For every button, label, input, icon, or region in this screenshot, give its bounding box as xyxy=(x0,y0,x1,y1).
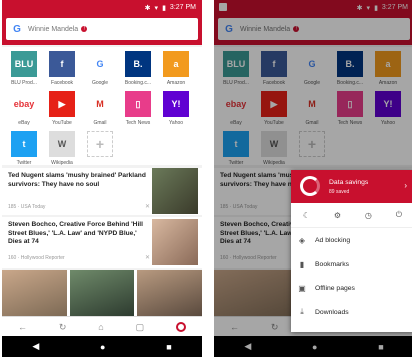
download-icon: ⤓ xyxy=(300,307,304,316)
blu-icon: BLU xyxy=(11,51,37,77)
menu-item-label: Offline pages xyxy=(315,284,355,292)
menu-item-bookmarks[interactable]: ▮ Bookmarks xyxy=(291,252,412,276)
speed-dial-label: Tech News xyxy=(125,120,151,126)
bookmark-icon: ▮ xyxy=(299,259,305,269)
opera-menu-icon[interactable] xyxy=(176,322,186,332)
technews-icon: ▯ xyxy=(125,91,151,117)
speed-dial-tile[interactable]: f Facebook xyxy=(47,51,77,86)
phone-screen-right: ✱ ▾ ▮ 3:27 PM G Winnie Mandela ! BLU BLU … xyxy=(214,0,412,357)
add-icon: + xyxy=(87,131,113,157)
ebay-icon: ebay xyxy=(11,91,37,117)
menu-item-label: Bookmarks xyxy=(315,260,349,268)
twitter-icon: t xyxy=(11,131,37,157)
speed-dial-label: Amazon xyxy=(166,80,186,86)
reload-icon[interactable]: ↻ xyxy=(59,322,67,333)
nav-back-icon[interactable]: ◀ xyxy=(32,341,39,352)
menu-item-offline-pages[interactable]: ▣ Offline pages xyxy=(291,276,412,300)
search-input[interactable]: G Winnie Mandela ! xyxy=(6,18,198,40)
speed-dial-tile[interactable]: G Google xyxy=(85,51,115,86)
news-thumbnail xyxy=(152,219,198,265)
close-icon[interactable]: ✕ xyxy=(145,254,150,261)
savings-title: Data savings xyxy=(329,179,369,186)
speed-dial-label: Gmail xyxy=(93,120,107,126)
news-item[interactable]: Steven Bochco, Creative Force Behind 'Hi… xyxy=(2,217,202,268)
menu-item-ad-blocking[interactable]: ◈ Ad blocking xyxy=(291,228,412,252)
wifi-icon: ▾ xyxy=(154,4,159,12)
url-text: Winnie Mandela xyxy=(28,25,79,33)
opera-main-menu: Data savings 89 saved › ☾ ⚙ ◷ ⏻ ◈ Ad blo… xyxy=(291,170,412,332)
speed-dial-grid: BLU BLU Prod... f Facebook G Google B. Booking.… xyxy=(2,47,202,166)
savings-gauge xyxy=(300,176,320,196)
speed-dial-tile[interactable]: BLU BLU Prod... xyxy=(9,51,39,86)
close-icon[interactable]: ✕ xyxy=(145,203,150,210)
status-bar: ✱ ▾ ▮ 3:27 PM xyxy=(2,0,202,15)
google-icon: G xyxy=(87,51,113,77)
facebook-icon: f xyxy=(49,51,75,77)
settings-icon[interactable]: ⚙ xyxy=(334,211,341,220)
android-nav-bar: ◀ ● ■ xyxy=(2,336,202,357)
speed-dial-tile[interactable]: Y! Yahoo xyxy=(161,91,191,126)
data-savings-banner[interactable]: Data savings 89 saved › xyxy=(291,170,412,203)
offline-icon: ▣ xyxy=(298,283,306,293)
speed-dial-tile[interactable]: + xyxy=(85,131,115,160)
yahoo-icon: Y! xyxy=(163,91,189,117)
wikipedia-icon: W xyxy=(49,131,75,157)
speed-dial-label: Yahoo xyxy=(168,120,184,126)
savings-subtitle: 89 saved xyxy=(329,189,350,195)
photo[interactable] xyxy=(2,270,67,316)
youtube-icon: ▶ xyxy=(49,91,75,117)
speed-dial-label: BLU Prod... xyxy=(11,80,37,86)
speed-dial-tile[interactable]: ebay eBay xyxy=(9,91,39,126)
power-icon[interactable]: ⏻ xyxy=(396,210,402,220)
gmail-icon: M xyxy=(87,91,113,117)
amazon-icon: a xyxy=(163,51,189,77)
back-icon[interactable]: ← xyxy=(18,322,27,332)
home-icon[interactable]: ⌂ xyxy=(98,322,103,332)
google-icon: G xyxy=(13,23,21,35)
shield-icon: ◈ xyxy=(298,235,306,245)
menu-item-downloads[interactable]: ⤓ Downloads xyxy=(291,300,412,324)
photo-strip xyxy=(2,270,202,316)
phone-screen-left: ✱ ▾ ▮ 3:27 PM G Winnie Mandela ! BLU BLU … xyxy=(2,0,202,357)
menu-icon-row: ☾ ⚙ ◷ ⏻ xyxy=(291,203,412,228)
speed-dial-label: eBay xyxy=(18,120,30,126)
tabs-icon[interactable]: ▢ xyxy=(136,322,145,333)
speed-dial-tile[interactable]: ▶ YouTube xyxy=(47,91,77,126)
alert-icon: ! xyxy=(81,26,88,32)
chevron-right-icon: › xyxy=(404,181,407,190)
speed-dial-tile[interactable]: ▯ Tech News xyxy=(123,91,153,126)
news-headline: Steven Bochco, Creative Force Behind 'Hi… xyxy=(8,221,143,245)
speed-dial-label: Wikipedia xyxy=(51,160,73,166)
news-meta: 185 · USA Today xyxy=(8,204,46,210)
speed-dial-tile[interactable]: W Wikipedia xyxy=(47,131,77,166)
speed-dial-tile[interactable]: M Gmail xyxy=(85,91,115,126)
speed-dial-label: Facebook xyxy=(51,80,73,86)
speed-dial-label: Twitter xyxy=(16,160,32,166)
history-icon[interactable]: ◷ xyxy=(365,211,372,220)
nav-recents-icon[interactable]: ■ xyxy=(166,342,171,352)
bottom-nav: ← ↻ ⌂ ▢ xyxy=(2,316,202,337)
battery-icon: ▮ xyxy=(162,4,166,12)
menu-item-label: Downloads xyxy=(315,308,349,316)
booking-icon: B. xyxy=(125,51,151,77)
bluetooth-icon: ✱ xyxy=(144,4,151,12)
news-item[interactable]: Ted Nugent slams 'mushy brained' Parklan… xyxy=(2,168,202,215)
night-mode-icon[interactable]: ☾ xyxy=(303,211,310,220)
speed-dial-tile[interactable]: t Twitter xyxy=(9,131,39,166)
photo[interactable] xyxy=(69,270,135,316)
news-meta: 160 · Hollywood Reporter xyxy=(8,255,65,261)
speed-dial-label: YouTube xyxy=(52,120,72,126)
menu-item-label: Ad blocking xyxy=(315,236,351,244)
speed-dial-label: Booking.c... xyxy=(124,80,152,86)
photo[interactable] xyxy=(137,270,202,316)
nav-home-icon[interactable]: ● xyxy=(100,342,105,352)
speed-dial-tile[interactable]: B. Booking.c... xyxy=(123,51,153,86)
speed-dial-label: Google xyxy=(91,80,109,86)
status-time: 3:27 PM xyxy=(169,4,196,11)
speed-dial-tile[interactable]: a Amazon xyxy=(161,51,191,86)
news-headline: Ted Nugent slams 'mushy brained' Parklan… xyxy=(8,172,146,188)
browser-toolbar: G Winnie Mandela ! xyxy=(2,15,202,45)
news-thumbnail xyxy=(152,168,198,214)
